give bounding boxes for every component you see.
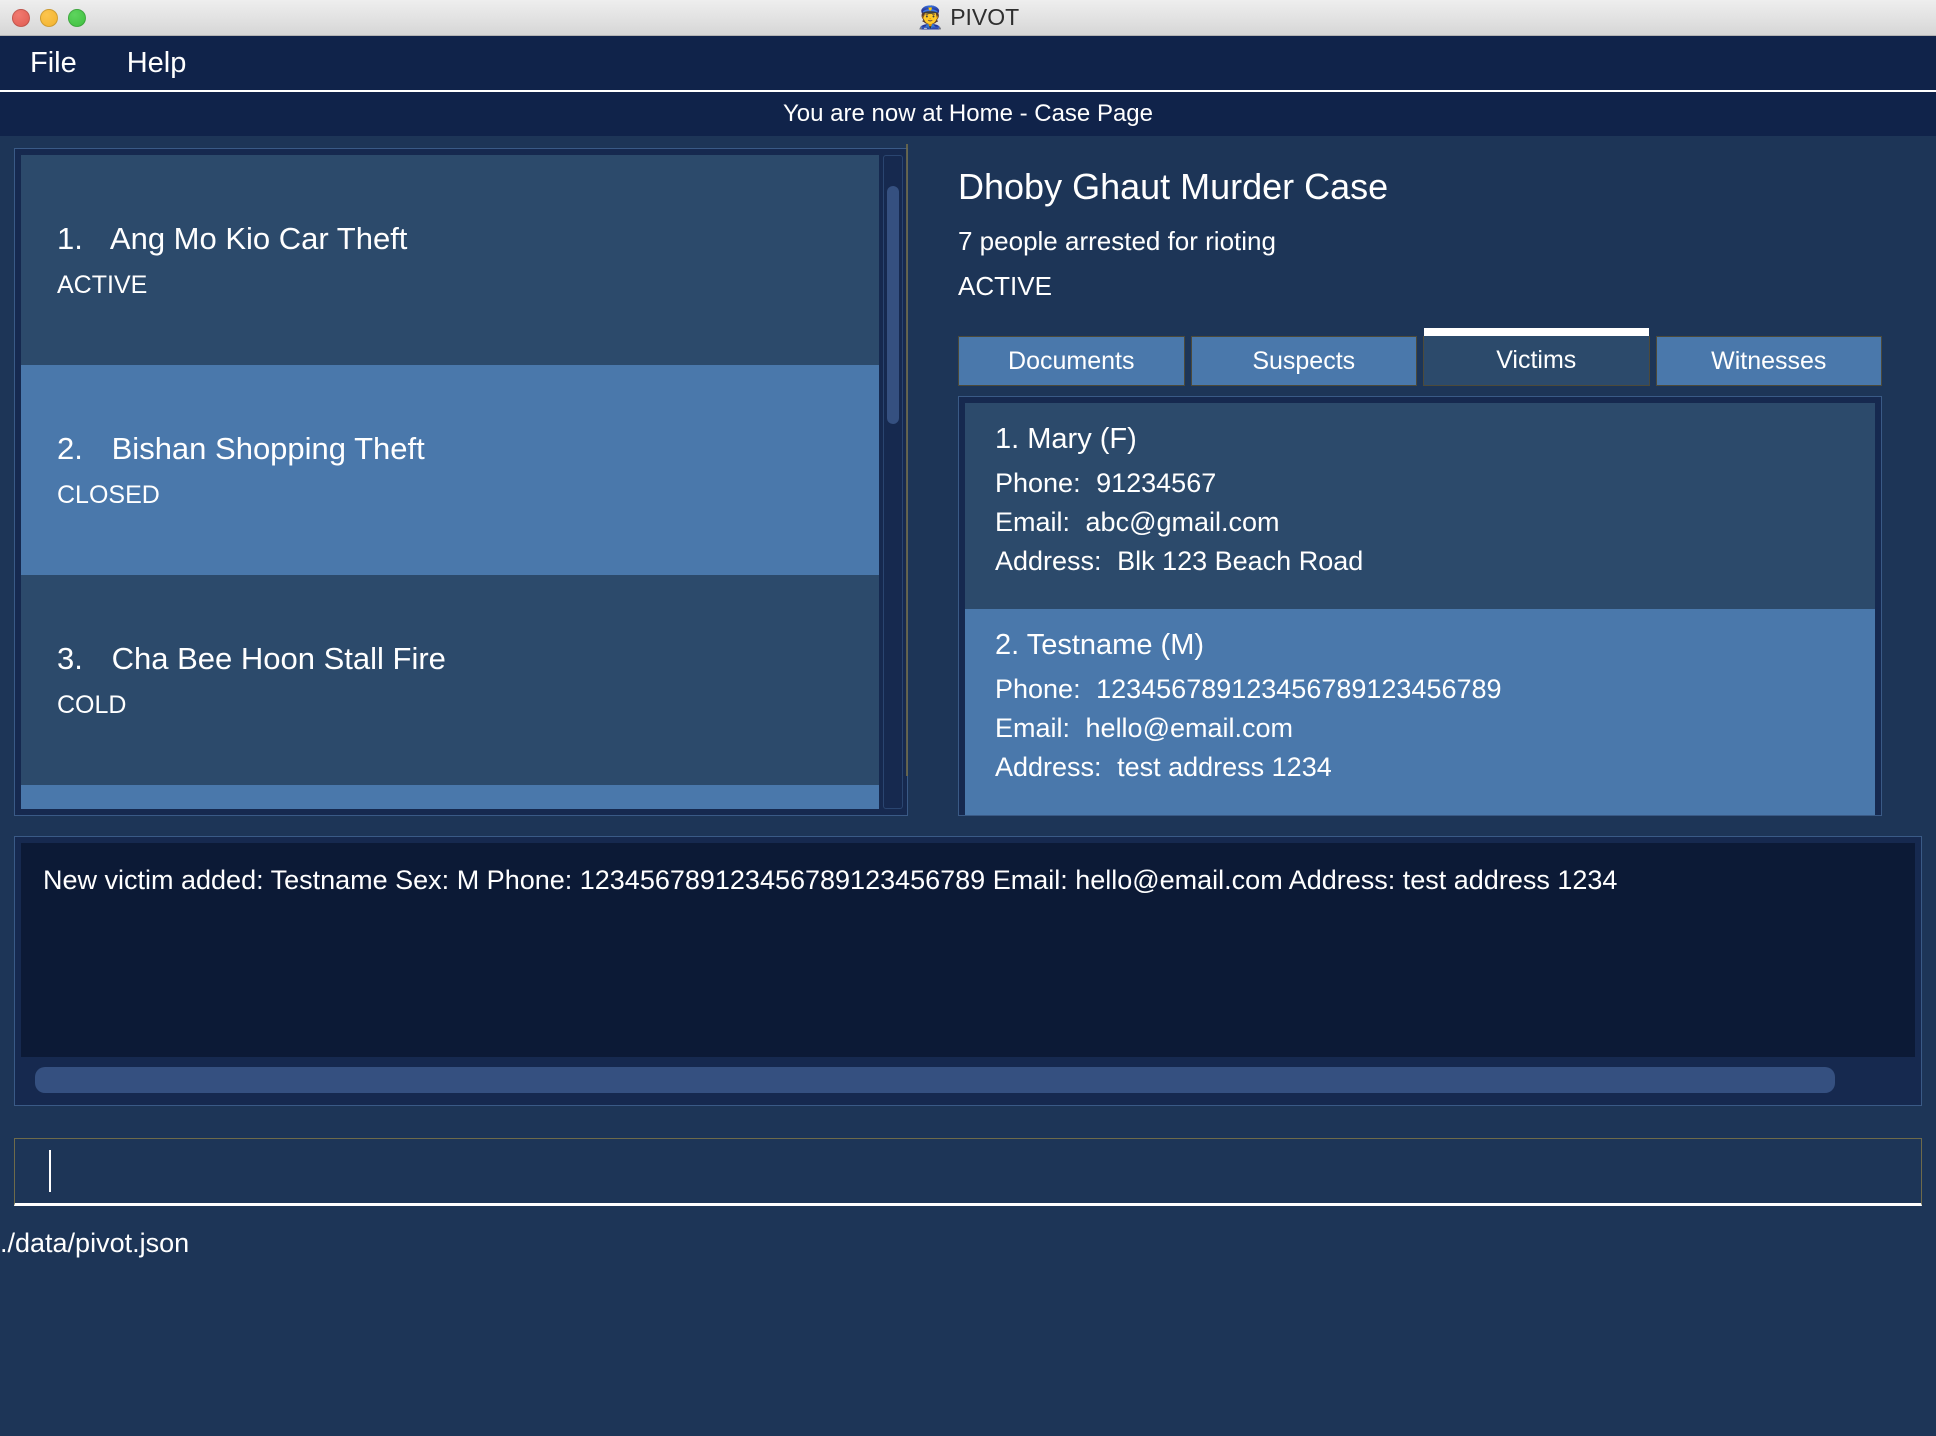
minimize-window-button[interactable] — [40, 9, 58, 27]
case-status: CLOSED — [57, 481, 879, 510]
command-input-field[interactable] — [14, 1138, 1922, 1206]
case-list-vertical-scrollbar[interactable] — [883, 155, 903, 809]
location-banner: You are now at Home - Case Page — [0, 92, 1936, 136]
main-content-area: 1. Ang Mo Kio Car Theft ACTIVE 2. Bishan… — [0, 136, 1936, 824]
case-list-panel: 1. Ang Mo Kio Car Theft ACTIVE 2. Bishan… — [14, 148, 908, 816]
tab-witnesses[interactable]: Witnesses — [1656, 336, 1883, 386]
case-index: 2. — [57, 431, 103, 467]
email-value: abc@gmail.com — [1086, 507, 1280, 537]
case-detail-status: ACTIVE — [958, 271, 1922, 302]
close-window-button[interactable] — [12, 9, 30, 27]
window-title: 👮 PIVOT — [0, 4, 1936, 31]
phone-value: 123456789123456789123456789 — [1096, 674, 1501, 704]
victim-address-line: Address: test address 1234 — [995, 752, 1845, 783]
victim-phone-line: Phone: 123456789123456789123456789 — [995, 674, 1845, 705]
menu-item-file[interactable]: File — [24, 45, 83, 82]
email-label: Email: — [995, 713, 1070, 743]
victim-address-line: Address: Blk 123 Beach Road — [995, 546, 1845, 577]
status-bar-file-path: ./data/pivot.json — [0, 1228, 189, 1258]
case-list-item[interactable]: 1. Ang Mo Kio Car Theft ACTIVE — [21, 155, 879, 365]
menu-bar: File Help — [0, 36, 1936, 92]
menu-item-help[interactable]: Help — [121, 45, 193, 82]
victim-sex: (F) — [1100, 423, 1137, 455]
case-status: COLD — [57, 691, 879, 720]
victim-email-line: Email: abc@gmail.com — [995, 507, 1845, 538]
address-value: Blk 123 Beach Road — [1117, 546, 1363, 576]
case-detail-panel: Dhoby Ghaut Murder Case 7 people arreste… — [934, 148, 1922, 816]
case-list-item[interactable]: 3. Cha Bee Hoon Stall Fire COLD — [21, 575, 879, 785]
scrollbar-thumb[interactable] — [35, 1067, 1835, 1093]
address-value: test address 1234 — [1117, 752, 1332, 782]
email-label: Email: — [995, 507, 1070, 537]
window-controls — [0, 9, 86, 27]
email-value: hello@email.com — [1086, 713, 1293, 743]
victim-list-item[interactable]: 2. Testname (M) Phone: 12345678912345678… — [965, 609, 1875, 815]
status-bar: ./data/pivot.json — [0, 1206, 1936, 1436]
case-status: ACTIVE — [57, 271, 879, 300]
case-detail-tabs: Documents Suspects Victims Witnesses — [958, 336, 1922, 386]
window-title-text: PIVOT — [950, 4, 1019, 31]
case-list-item[interactable]: 2. Bishan Shopping Theft CLOSED — [21, 365, 879, 575]
case-detail-description: 7 people arrested for rioting — [958, 226, 1922, 257]
scrollbar-thumb[interactable] — [887, 186, 899, 424]
case-index: 1. — [57, 221, 103, 257]
victim-phone-line: Phone: 91234567 — [995, 468, 1845, 499]
case-name: Bishan Shopping Theft — [112, 431, 425, 466]
victim-name: Mary — [1027, 423, 1091, 455]
case-title: 2. Bishan Shopping Theft — [57, 431, 879, 467]
victim-email-line: Email: hello@email.com — [995, 713, 1845, 744]
tab-suspects[interactable]: Suspects — [1191, 336, 1418, 386]
victim-name-line: 2. Testname (M) — [995, 629, 1845, 662]
console-horizontal-scrollbar[interactable] — [21, 1063, 1915, 1099]
text-cursor-icon — [49, 1150, 51, 1192]
case-list[interactable]: 1. Ang Mo Kio Car Theft ACTIVE 2. Bishan… — [21, 155, 879, 809]
phone-label: Phone: — [995, 674, 1081, 704]
console-output: New victim added: Testname Sex: M Phone:… — [21, 843, 1915, 1057]
victim-name: Testname — [1027, 629, 1153, 661]
tab-documents[interactable]: Documents — [958, 336, 1185, 386]
address-label: Address: — [995, 546, 1102, 576]
pivot-app-window: 👮 PIVOT File Help You are now at Home - … — [0, 0, 1936, 1436]
location-banner-text: You are now at Home - Case Page — [783, 100, 1153, 128]
address-label: Address: — [995, 752, 1102, 782]
victim-sex: (M) — [1161, 629, 1204, 661]
case-name: Cha Bee Hoon Stall Fire — [112, 641, 446, 676]
case-index: 3. — [57, 641, 103, 677]
victims-list: 1. Mary (F) Phone: 91234567 Email: abc@g… — [958, 396, 1882, 816]
tab-victims[interactable]: Victims — [1423, 336, 1650, 386]
phone-value: 91234567 — [1096, 468, 1216, 498]
phone-label: Phone: — [995, 468, 1081, 498]
case-detail-title: Dhoby Ghaut Murder Case — [958, 166, 1922, 208]
victim-list-item[interactable]: 1. Mary (F) Phone: 91234567 Email: abc@g… — [965, 403, 1875, 609]
window-title-bar: 👮 PIVOT — [0, 0, 1936, 36]
console-panel: New victim added: Testname Sex: M Phone:… — [14, 836, 1922, 1106]
case-list-item[interactable]: 4. Dhoby Ghaut Murder Case ACTIVE — [21, 785, 879, 809]
case-title: 3. Cha Bee Hoon Stall Fire — [57, 641, 879, 677]
maximize-window-button[interactable] — [68, 9, 86, 27]
police-officer-icon: 👮 — [917, 7, 944, 29]
case-title: 1. Ang Mo Kio Car Theft — [57, 221, 879, 257]
victim-name-line: 1. Mary (F) — [995, 423, 1845, 456]
case-name: Ang Mo Kio Car Theft — [110, 221, 408, 256]
victim-index: 1. — [995, 423, 1019, 455]
victim-index: 2. — [995, 629, 1019, 661]
